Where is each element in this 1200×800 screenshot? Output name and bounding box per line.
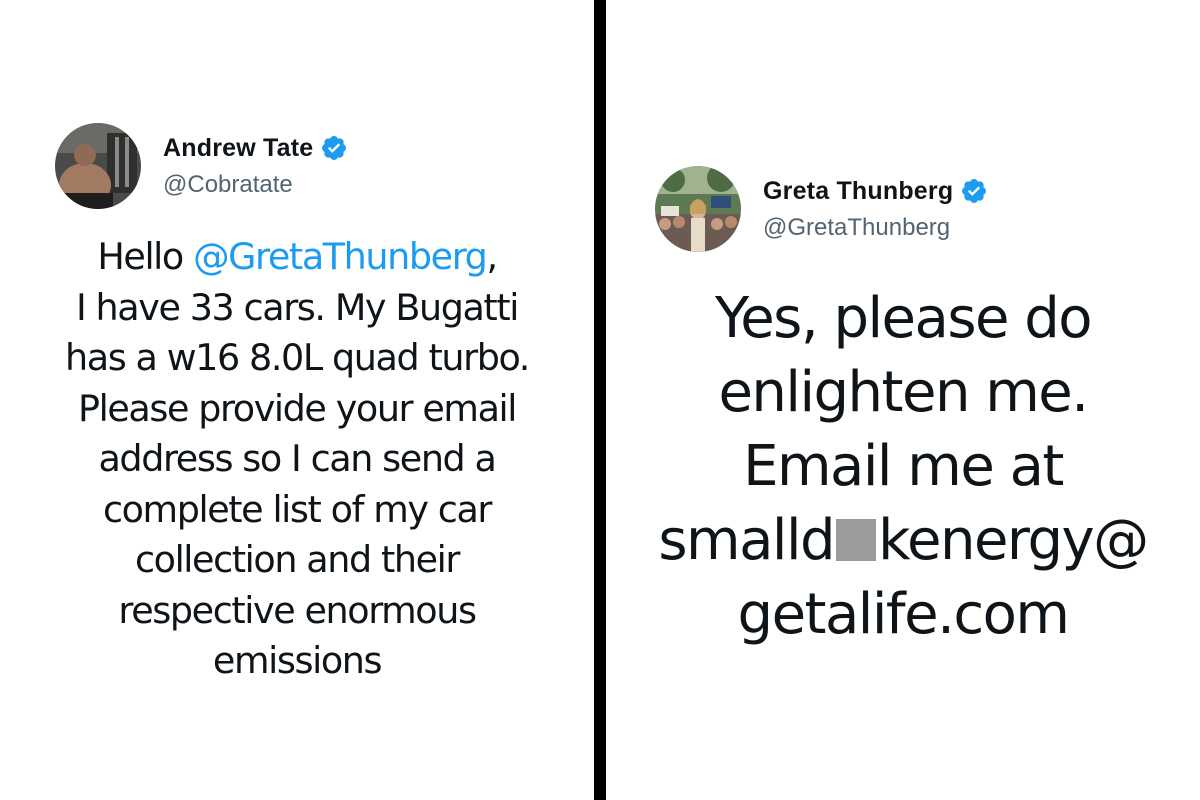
tweet-header: Greta Thunberg @GretaThunberg [655, 166, 988, 252]
author-names: Greta Thunberg @GretaThunberg [763, 177, 988, 242]
tweet-line: enlighten me. [718, 360, 1089, 425]
verified-badge-icon [962, 179, 987, 203]
email-part-1: smalld [658, 508, 835, 573]
greeting-punct: , [486, 235, 498, 278]
display-name-row: Andrew Tate [163, 134, 348, 163]
author-names: Andrew Tate @Cobratate [163, 134, 348, 199]
author-display-name[interactable]: Andrew Tate [163, 134, 313, 163]
tweet-line: I have 33 cars. My Bugatti [75, 285, 519, 329]
mention-link[interactable]: @GretaThunberg [193, 235, 488, 278]
greeting-text: Hello [97, 235, 194, 278]
tweet-text: Hello @GretaThunberg, I have 33 cars. My… [0, 232, 594, 687]
tweet-line: collection and their [134, 538, 460, 581]
redaction-block [836, 519, 877, 561]
tweet-line-greeting: Hello @GretaThunberg, [0, 232, 594, 283]
email-part-2: kenergy@ [878, 508, 1149, 573]
avatar[interactable] [55, 123, 141, 209]
tweet-line: Please provide your email [77, 386, 517, 430]
profile-photo-icon [55, 123, 141, 209]
left-tweet-panel: Andrew Tate @Cobratate Hello @GretaThunb… [0, 0, 594, 800]
tweet-line: complete list of my car [102, 487, 492, 531]
tweet-line: emissions [212, 639, 383, 682]
tweet-line-email-domain: getalife.com [737, 582, 1070, 647]
panel-divider [594, 0, 606, 800]
tweet-header: Andrew Tate @Cobratate [55, 123, 348, 209]
tweet-line: has a w16 8.0L quad turbo. [65, 336, 530, 379]
tweet-line: Email me at [743, 434, 1064, 499]
tweet-line-email: smalld kenergy@ [606, 504, 1200, 578]
right-tweet-panel: Greta Thunberg @GretaThunberg Yes, pleas… [606, 0, 1200, 800]
author-handle[interactable]: @GretaThunberg [763, 214, 988, 242]
tweet-line: address so I can send a [98, 437, 496, 480]
tweet-text: Yes, please do enlighten me. Email me at… [606, 282, 1200, 652]
verified-badge-icon [322, 136, 347, 160]
tweet-line: respective enormous [118, 588, 477, 632]
author-display-name[interactable]: Greta Thunberg [763, 177, 953, 206]
profile-photo-icon [655, 166, 741, 252]
display-name-row: Greta Thunberg [763, 177, 988, 206]
avatar[interactable] [655, 166, 741, 252]
tweet-line: Yes, please do [714, 286, 1093, 351]
author-handle[interactable]: @Cobratate [163, 171, 348, 199]
